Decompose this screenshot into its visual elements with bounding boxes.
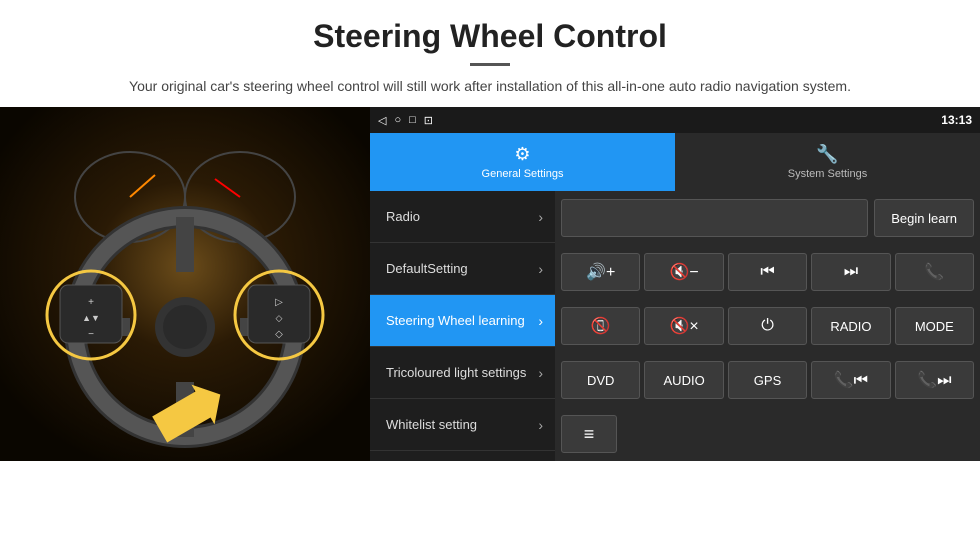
svg-text:◇: ◇	[276, 313, 283, 323]
radio-label: RADIO	[830, 319, 871, 334]
hang-up-icon: 📵	[591, 316, 611, 336]
call-prev-icon: 📞⏮	[834, 370, 868, 390]
source-controls-row: DVD AUDIO GPS 📞⏮ 📞⏭	[555, 353, 980, 407]
extra-controls-row: ≡	[555, 407, 980, 461]
tab-bar: ⚙ General Settings 🔧 System Settings	[370, 133, 980, 191]
chevron-right-icon: ›	[538, 417, 543, 433]
mute-icon: 🔇×	[669, 316, 698, 336]
mode-button[interactable]: MODE	[895, 307, 974, 345]
tab-system-settings[interactable]: 🔧 System Settings	[675, 133, 980, 191]
volume-down-icon: 🔇−	[669, 262, 698, 282]
call-next-button[interactable]: 📞⏭	[895, 361, 974, 399]
content-area: Radio › DefaultSetting › Steering Wheel …	[370, 191, 980, 461]
hang-up-button[interactable]: 📵	[561, 307, 640, 345]
skip-forward-icon: ⏭	[844, 263, 858, 281]
phone-controls-row: 📵 🔇× ⏻ RADIO MODE	[555, 299, 980, 353]
controls-panel: Begin learn 🔊+ 🔇− ⏮ ⏭	[555, 191, 980, 461]
skip-back-icon: ⏮	[760, 263, 774, 281]
phone-icon: 📞	[924, 262, 944, 282]
call-next-icon: 📞⏭	[917, 370, 951, 390]
system-settings-icon: 🔧	[816, 144, 838, 165]
gps-label: GPS	[754, 373, 781, 388]
page-description: Your original car's steering wheel contr…	[40, 76, 940, 97]
status-time: 13:13	[941, 113, 972, 127]
svg-text:+: +	[88, 297, 94, 308]
car-image: + ▲▼ − ▷ ◇ ◇	[0, 107, 370, 461]
main-content: + ▲▼ − ▷ ◇ ◇ ◁ ○ □ ⊡ 13:	[0, 107, 980, 461]
home-icon[interactable]: ○	[394, 114, 401, 127]
chevron-right-icon: ›	[538, 365, 543, 381]
menu-radio-label: Radio	[386, 209, 420, 224]
tab-general-settings[interactable]: ⚙ General Settings	[370, 133, 675, 191]
menu-item-radio[interactable]: Radio ›	[370, 191, 555, 243]
left-menu: Radio › DefaultSetting › Steering Wheel …	[370, 191, 555, 461]
dvd-button[interactable]: DVD	[561, 361, 640, 399]
page-title: Steering Wheel Control	[40, 18, 940, 55]
audio-label: AUDIO	[664, 373, 705, 388]
next-track-button[interactable]: ⏭	[811, 253, 890, 291]
status-bar-nav-icons: ◁ ○ □ ⊡	[378, 114, 433, 127]
tab-system-label: System Settings	[788, 168, 867, 180]
volume-up-icon: 🔊+	[586, 262, 615, 282]
mode-label: MODE	[915, 319, 954, 334]
dvd-label: DVD	[587, 373, 614, 388]
menu-item-tricoloured[interactable]: Tricoloured light settings ›	[370, 347, 555, 399]
steering-wheel-svg: + ▲▼ − ▷ ◇ ◇	[0, 107, 370, 461]
power-icon: ⏻	[761, 317, 774, 335]
media-controls-row: 🔊+ 🔇− ⏮ ⏭ 📞	[555, 245, 980, 299]
svg-text:−: −	[88, 329, 94, 340]
begin-learn-button[interactable]: Begin learn	[874, 199, 974, 237]
chevron-right-icon: ›	[538, 261, 543, 277]
extra-icon-button[interactable]: ≡	[561, 415, 617, 453]
menu-default-label: DefaultSetting	[386, 261, 468, 276]
menu-whitelist-label: Whitelist setting	[386, 417, 477, 432]
svg-text:◇: ◇	[275, 329, 283, 340]
page-header: Steering Wheel Control Your original car…	[0, 0, 980, 107]
power-button[interactable]: ⏻	[728, 307, 807, 345]
menu-tricoloured-label: Tricoloured light settings	[386, 365, 526, 380]
menu-icon[interactable]: ⊡	[424, 114, 433, 127]
menu-steering-label: Steering Wheel learning	[386, 313, 525, 328]
prev-track-button[interactable]: ⏮	[728, 253, 807, 291]
general-settings-icon: ⚙	[514, 144, 530, 165]
begin-learn-row: Begin learn	[555, 191, 980, 245]
call-prev-button[interactable]: 📞⏮	[811, 361, 890, 399]
gps-button[interactable]: GPS	[728, 361, 807, 399]
chevron-right-icon: ›	[538, 209, 543, 225]
svg-text:▲▼: ▲▼	[82, 313, 100, 323]
list-icon: ≡	[584, 424, 595, 445]
volume-down-button[interactable]: 🔇−	[644, 253, 723, 291]
svg-text:▷: ▷	[275, 297, 283, 308]
chevron-right-icon: ›	[538, 313, 543, 329]
menu-item-steering-wheel[interactable]: Steering Wheel learning ›	[370, 295, 555, 347]
audio-button[interactable]: AUDIO	[644, 361, 723, 399]
menu-item-default-setting[interactable]: DefaultSetting ›	[370, 243, 555, 295]
status-bar: ◁ ○ □ ⊡ 13:13	[370, 107, 980, 133]
volume-up-button[interactable]: 🔊+	[561, 253, 640, 291]
key-input-field[interactable]	[561, 199, 868, 237]
head-unit: ◁ ○ □ ⊡ 13:13 ⚙ General Settings 🔧 Syste…	[370, 107, 980, 461]
radio-button[interactable]: RADIO	[811, 307, 890, 345]
phone-answer-button[interactable]: 📞	[895, 253, 974, 291]
mute-button[interactable]: 🔇×	[644, 307, 723, 345]
title-divider	[470, 63, 510, 66]
tab-general-label: General Settings	[482, 168, 564, 180]
menu-item-whitelist[interactable]: Whitelist setting ›	[370, 399, 555, 451]
recent-icon[interactable]: □	[409, 114, 416, 127]
back-icon[interactable]: ◁	[378, 114, 386, 127]
